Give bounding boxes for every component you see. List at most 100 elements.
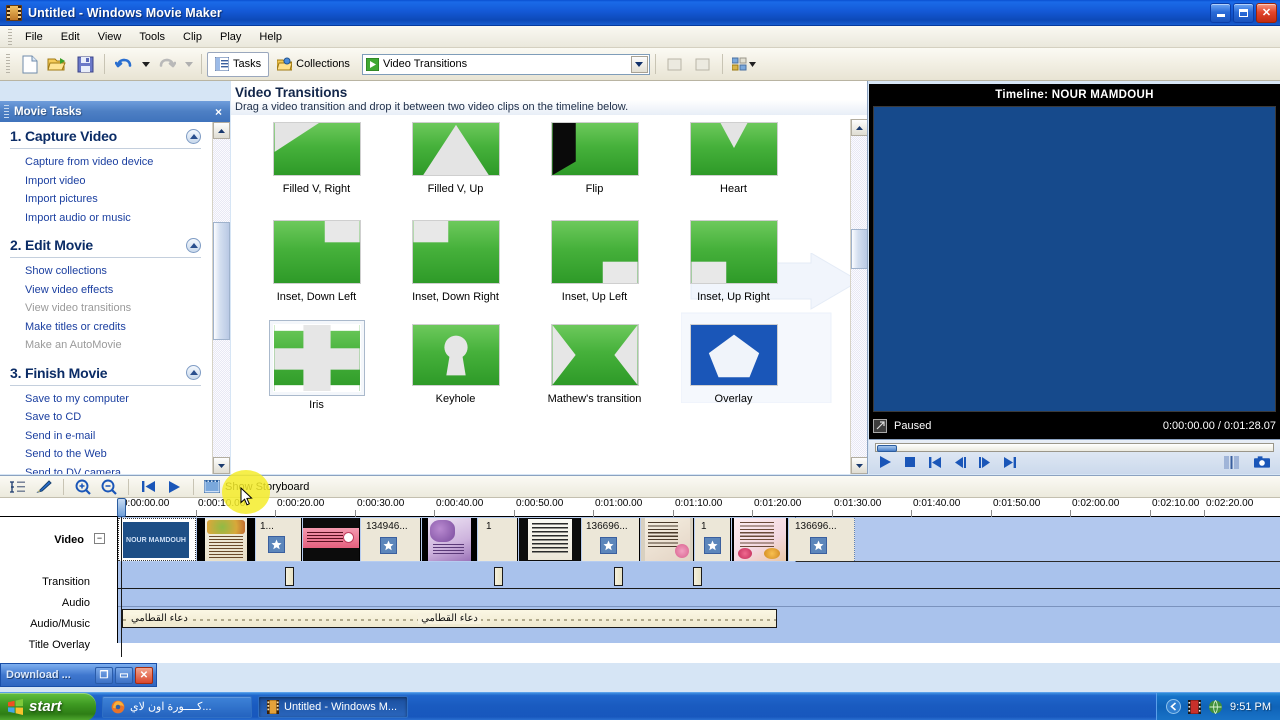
link-make-titles-or-credits[interactable]: Make titles or credits: [0, 318, 211, 337]
audio-music-track[interactable]: دعاء القطامي دعاء القطامي: [118, 608, 1280, 630]
minimize-button[interactable]: [1210, 3, 1231, 23]
link-send-to-the-web[interactable]: Send to the Web: [0, 445, 211, 464]
transition-item[interactable]: Filled V, Right: [247, 119, 386, 195]
chevron-up-icon[interactable]: [186, 237, 201, 253]
chevron-down-icon[interactable]: [630, 55, 648, 73]
menu-tools[interactable]: Tools: [130, 28, 174, 46]
collapse-video-track-button[interactable]: −: [94, 533, 105, 544]
scroll-down-icon[interactable]: [851, 457, 867, 474]
stop-button[interactable]: [902, 454, 918, 470]
seek-thumb[interactable]: [877, 445, 897, 452]
section-edit-movie-header[interactable]: 2. Edit Movie: [0, 227, 211, 255]
zoom-in-icon[interactable]: [72, 477, 94, 497]
taskbar-item-firefox[interactable]: كــــورة اون لاي...: [102, 695, 252, 718]
redo-icon[interactable]: [154, 52, 180, 76]
start-button[interactable]: start: [0, 692, 96, 720]
open-project-icon[interactable]: [44, 52, 70, 76]
play-timeline-icon[interactable]: [163, 477, 185, 497]
transition-track[interactable]: [118, 563, 1280, 589]
transition-marker[interactable]: [614, 567, 623, 586]
link-capture-from-video-device[interactable]: Capture from video device: [0, 153, 211, 172]
menu-view[interactable]: View: [89, 28, 131, 46]
menu-play[interactable]: Play: [211, 28, 250, 46]
transition-item[interactable]: Keyhole: [386, 321, 525, 411]
scroll-thumb[interactable]: [213, 222, 230, 340]
transition-item[interactable]: Flip: [525, 119, 664, 195]
transition-item[interactable]: Inset, Up Left: [525, 217, 664, 303]
next-frame-button[interactable]: [977, 454, 993, 470]
link-save-to-my-computer[interactable]: Save to my computer: [0, 390, 211, 409]
tray-network-icon[interactable]: [1208, 699, 1223, 714]
timeline-clip[interactable]: 1: [695, 518, 731, 561]
transition-marker[interactable]: [494, 567, 503, 586]
previous-frame-button[interactable]: [952, 454, 968, 470]
tasks-button[interactable]: Tasks: [207, 51, 270, 77]
taskbar-item-movie-maker[interactable]: Untitled - Windows M...: [258, 695, 408, 718]
download-close-button[interactable]: ✕: [135, 666, 153, 684]
transition-item[interactable]: Inset, Down Left: [247, 217, 386, 303]
scroll-down-icon[interactable]: [213, 457, 230, 474]
transition-item[interactable]: Filled V, Up: [386, 119, 525, 195]
timeline-clip[interactable]: [197, 518, 255, 561]
rewind-timeline-icon[interactable]: [137, 477, 159, 497]
tray-movie-maker-icon[interactable]: [1188, 699, 1202, 714]
audio-track[interactable]: [118, 590, 1280, 607]
timeline-clip[interactable]: [519, 518, 581, 561]
link-send-in-email[interactable]: Send in e-mail: [0, 427, 211, 446]
forward-button[interactable]: [1002, 454, 1018, 470]
monitor-screen[interactable]: [873, 106, 1276, 412]
link-import-pictures[interactable]: Import pictures: [0, 190, 211, 209]
download-maximize-button[interactable]: ▭: [115, 666, 133, 684]
menu-file[interactable]: File: [16, 28, 52, 46]
fullscreen-icon[interactable]: [873, 418, 887, 433]
transition-item[interactable]: Heart: [664, 119, 803, 195]
seek-slider[interactable]: [875, 443, 1274, 452]
close-task-pane-icon[interactable]: ×: [215, 105, 222, 119]
scroll-up-icon[interactable]: [851, 119, 867, 136]
section-capture-video-header[interactable]: 1. Capture Video: [0, 122, 211, 146]
transition-item-selected[interactable]: Iris: [247, 320, 386, 411]
menu-clip[interactable]: Clip: [174, 28, 211, 46]
set-audio-levels-icon[interactable]: [7, 477, 29, 497]
timeline-clip[interactable]: NOUR MAMDOUH: [118, 518, 196, 561]
collection-up-icon[interactable]: [662, 52, 688, 76]
play-button[interactable]: [877, 454, 893, 470]
section-finish-movie-header[interactable]: 3. Finish Movie: [0, 355, 211, 383]
collection-prop-icon[interactable]: [690, 52, 716, 76]
playhead-handle[interactable]: [117, 498, 126, 517]
timeline-clip[interactable]: [422, 518, 477, 561]
title-overlay-track[interactable]: [118, 631, 1280, 643]
scroll-thumb[interactable]: [851, 229, 867, 269]
audio-clip[interactable]: دعاء القطامي دعاء القطامي: [122, 609, 777, 628]
transition-item[interactable]: Overlay: [664, 321, 803, 411]
maximize-button[interactable]: [1233, 3, 1254, 23]
transitions-grid[interactable]: Filled V, Right Filled V, Up Flip Heart …: [231, 119, 851, 474]
undo-icon[interactable]: [111, 52, 137, 76]
timeline-clip[interactable]: [732, 518, 788, 561]
download-restore-button[interactable]: ❐: [95, 666, 113, 684]
zoom-out-icon[interactable]: [98, 477, 120, 497]
transition-item[interactable]: Inset, Up Right: [664, 217, 803, 303]
collections-button[interactable]: Collections: [269, 52, 358, 77]
collections-scrollbar[interactable]: [850, 119, 867, 474]
timeline-clip[interactable]: [641, 518, 694, 561]
chevron-up-icon[interactable]: [186, 365, 201, 380]
download-window[interactable]: Download ... ❐ ▭ ✕: [0, 663, 157, 687]
close-button[interactable]: ✕: [1256, 3, 1277, 23]
take-picture-button[interactable]: [1254, 454, 1270, 470]
split-clip-button[interactable]: [1224, 454, 1240, 470]
timeline-clip[interactable]: 1: [478, 518, 518, 561]
show-hidden-icons-button[interactable]: [1166, 699, 1182, 714]
link-send-to-dv-camera[interactable]: Send to DV camera: [0, 464, 211, 475]
timeline-clip[interactable]: 134946...: [361, 518, 421, 561]
video-track[interactable]: NOUR MAMDOUH 1... 134946... 1 136696... …: [118, 517, 1280, 562]
save-project-icon[interactable]: [72, 52, 98, 76]
new-project-icon[interactable]: [16, 52, 42, 76]
transition-item[interactable]: Mathew's transition: [525, 321, 664, 411]
link-view-video-effects[interactable]: View video effects: [0, 281, 211, 300]
chevron-up-icon[interactable]: [186, 128, 201, 144]
menu-help[interactable]: Help: [250, 28, 291, 46]
transition-marker[interactable]: [693, 567, 702, 586]
collection-combobox[interactable]: Video Transitions: [361, 53, 650, 75]
scroll-track[interactable]: [851, 136, 867, 457]
